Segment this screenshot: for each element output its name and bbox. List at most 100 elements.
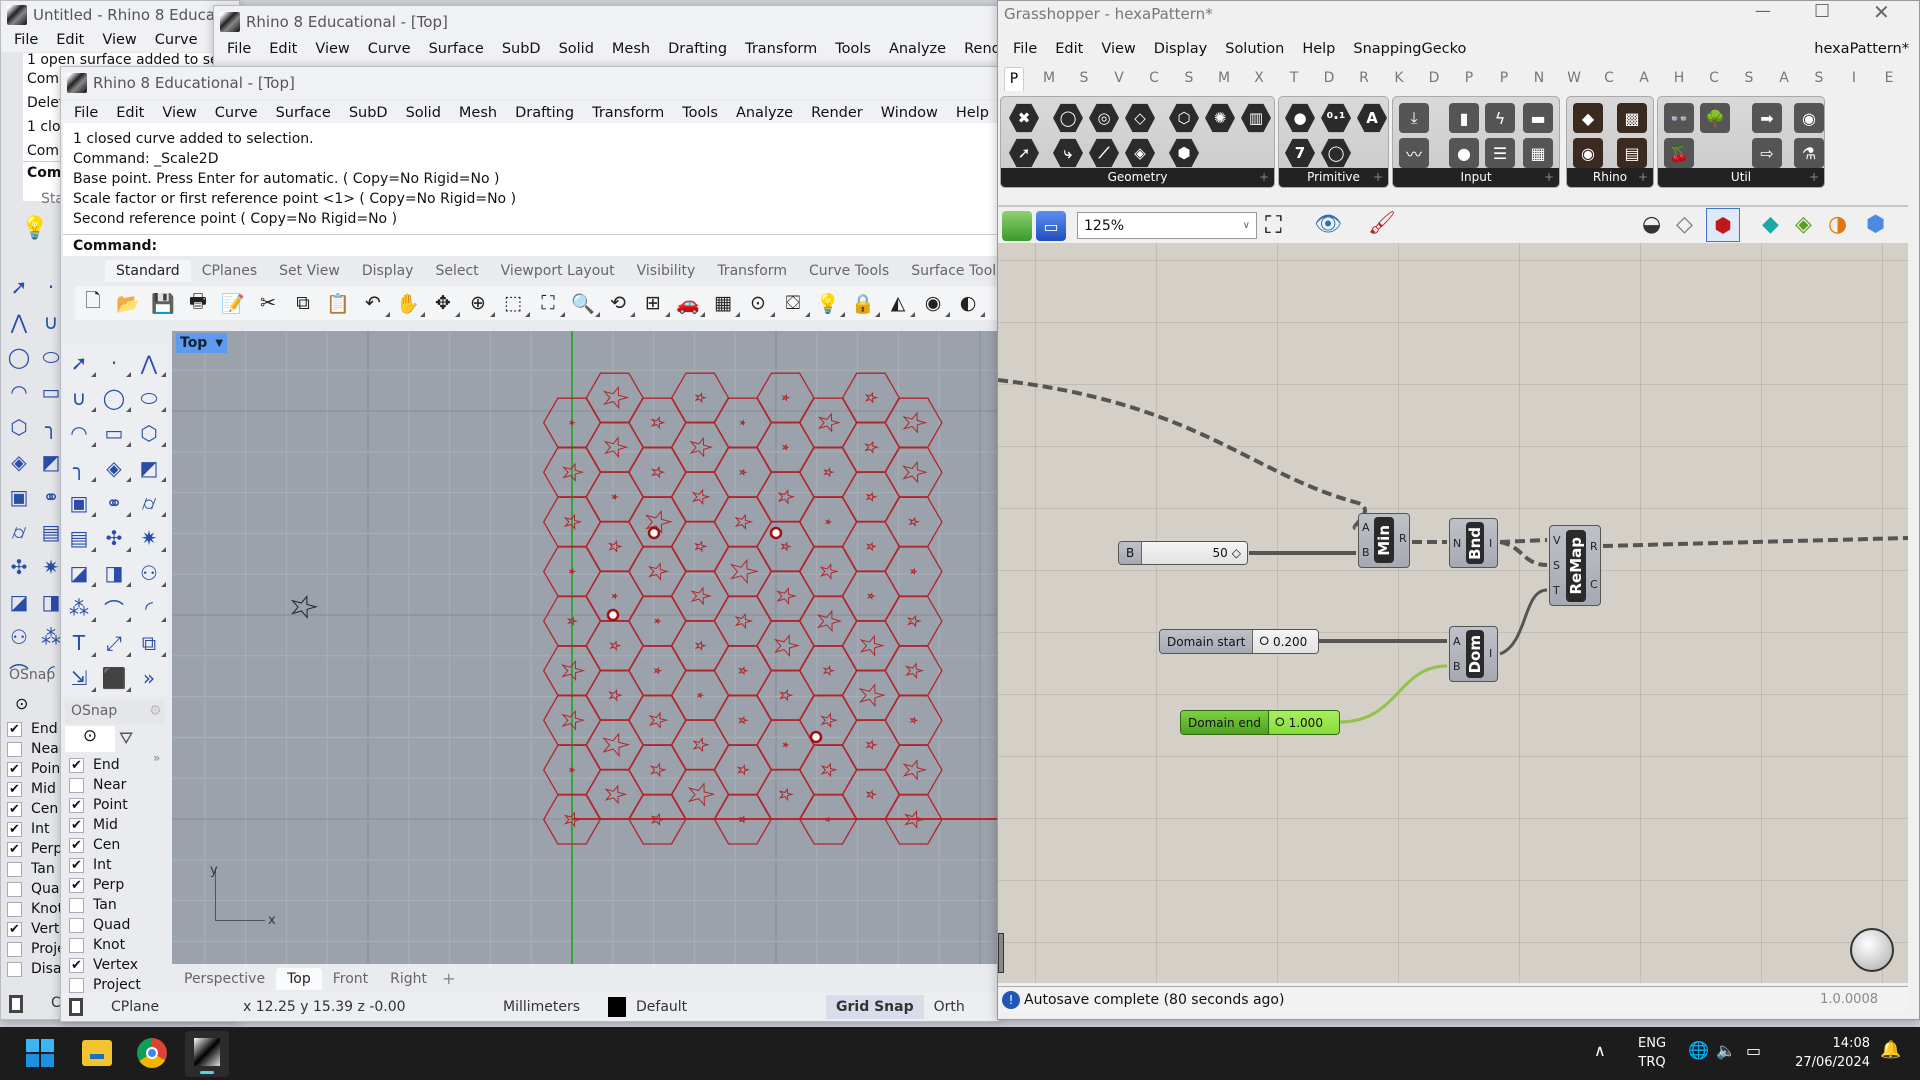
panel-label[interactable]: Util [1658,168,1824,187]
osnap-perp[interactable]: ✔ Perp [69,877,124,893]
component-bnd[interactable]: Bnd N I [1449,518,1498,568]
osnap-project[interactable]: Project [69,977,141,993]
menu-item[interactable]: Edit [1046,41,1092,57]
menu-item[interactable]: Edit [107,105,153,121]
clock[interactable]: 14:08 27/06/2024 [1786,1034,1870,1072]
checkbox[interactable]: ✔ [7,801,22,817]
block-icon[interactable]: ⬛ [100,664,131,692]
point-icon[interactable]: · [100,349,131,377]
navigation-widget-icon[interactable] [1850,928,1894,972]
component-icon[interactable]: ▬ [1523,103,1553,133]
component-icon[interactable]: ▩ [1617,103,1647,133]
filter-funnel-icon[interactable]: ⛛ [119,729,133,749]
checkbox[interactable]: ✔ [69,797,84,813]
menu-item[interactable]: File [218,41,260,57]
status-cplane[interactable]: CPlane [111,999,231,1015]
trim-icon[interactable]: ◨ [100,559,131,587]
number-slider-domain-start[interactable]: Domain start ⭘ 0.200 [1159,629,1319,654]
maximize-button[interactable]: ☐ [1814,1,1830,22]
gh-tab[interactable]: H [1669,70,1689,86]
arc-icon[interactable]: ◠ [65,419,96,447]
lock-icon[interactable]: 🔒 [849,289,880,317]
component-icon[interactable]: ◎ [1089,103,1119,133]
gh-tab[interactable]: A [1774,70,1794,86]
osnap-knot[interactable]: Knot [69,937,125,953]
component-icon[interactable]: ✖ [1009,103,1039,133]
gh-tab[interactable]: V [1109,70,1129,86]
rectangle-icon[interactable]: ▭ [100,419,131,447]
puzzle-icon[interactable]: ✣ [100,524,131,552]
menu-item[interactable]: Solid [397,105,450,121]
osnap-cen[interactable]: ✔ Cen [69,837,120,853]
properties-icon[interactable]: 📝 [219,289,247,317]
gh-tab[interactable]: E [1879,70,1899,86]
toolbar-tab[interactable]: Standard [105,260,191,282]
component-icon[interactable]: ⚗ [1794,138,1824,168]
osnap-tab-icon[interactable]: ⊙ [15,694,28,713]
osnap-proje[interactable]: Proje [7,941,66,957]
checkbox[interactable] [69,977,84,993]
checkbox[interactable] [69,897,84,913]
fillet-curve-icon[interactable]: ╮ [65,454,96,482]
panel-label[interactable]: Geometry [1001,168,1274,187]
input-port-v[interactable]: V [1553,534,1561,547]
status-units[interactable]: Millimeters [503,999,608,1015]
component-icon[interactable]: ◇ [1125,103,1155,133]
preview-mesh-icon[interactable]: ◈ [1795,212,1812,237]
windows-start-icon[interactable] [26,1039,54,1067]
cplane-grid-icon[interactable]: ▦ [709,289,740,317]
polygon-icon[interactable]: ⬡ [135,419,166,447]
slider-track[interactable]: 50 ◇ [1142,542,1247,564]
gh-tab[interactable]: T [1284,70,1304,86]
checkbox[interactable]: ✔ [69,957,84,973]
gh-tab[interactable]: D [1319,70,1339,86]
menu-item[interactable]: Edit [47,32,93,48]
chrome-icon[interactable] [137,1038,167,1068]
gh-tab[interactable]: C [1144,70,1164,86]
component-icon[interactable]: ● [1285,103,1315,133]
osnap-knot[interactable]: Knot [7,901,63,917]
menu-item[interactable]: Window [872,105,947,121]
osnap-int[interactable]: ✔ Int [69,857,112,873]
component-icon[interactable]: ⬢ [1169,138,1199,168]
osnap-near[interactable]: Near [7,741,64,757]
lightbulb-icon[interactable]: 💡 [21,216,48,241]
menu-item[interactable]: Edit [260,41,306,57]
polyline-icon[interactable]: ⋀ [135,349,166,377]
lightbulb-icon[interactable]: 💡 [814,289,845,317]
menu-item[interactable]: Tools [673,105,727,121]
component-icon[interactable]: ✺ [1205,103,1235,133]
gh-tab[interactable]: S [1739,70,1759,86]
pan-hand-icon[interactable]: ✋ [394,289,425,317]
explode-icon[interactable]: ✷ [135,524,166,552]
osnap-point-icon[interactable]: ⊙ [744,289,775,317]
gh-tab[interactable]: N [1529,70,1549,86]
component-icon[interactable]: ➡ [1752,103,1782,133]
curve-control-points-icon[interactable]: ∪ [65,384,96,412]
array-icon[interactable]: ⧉ [135,629,166,657]
gh-tab[interactable]: P [1004,67,1024,91]
zoom-select[interactable]: 125% ∨ [1077,212,1257,239]
print-icon[interactable]: 🖶 [184,289,212,317]
polygon-icon[interactable]: ⬡ [5,413,33,441]
ellipse-icon[interactable]: ⬭ [135,384,166,412]
checkbox[interactable]: ✔ [7,781,22,797]
network-icon[interactable]: 🌐 [1688,1041,1709,1061]
input-port-n[interactable]: N [1453,537,1461,550]
menu-item[interactable]: Drafting [506,105,583,121]
material-icon[interactable]: ◭ [884,289,915,317]
boolean-union-icon[interactable]: ⚇ [5,623,33,651]
puzzle-icon[interactable]: ✣ [5,553,33,581]
menu-item[interactable]: Render [802,105,872,121]
osnap-disa[interactable]: Disa [7,961,62,977]
number-slider-b[interactable]: B 50 ◇ [1118,541,1248,565]
component-icon[interactable]: ▤ [1617,138,1647,168]
control-points-icon[interactable]: ⌒ [100,594,131,622]
input-port-s[interactable]: S [1553,559,1560,572]
viewport-label[interactable]: Top ▼ [176,333,228,353]
component-icon[interactable]: ➚ [1009,138,1039,168]
zoom-selected-icon[interactable]: 🔍 [569,289,600,317]
component-icon[interactable]: ▥ [1241,103,1271,133]
panel-toggle-icon[interactable] [9,995,23,1013]
component-icon[interactable]: ◉ [1794,103,1824,133]
